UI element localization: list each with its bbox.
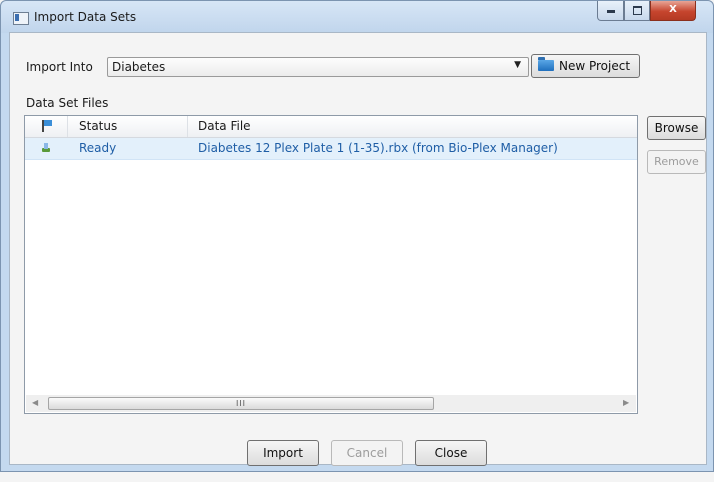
- dialog-body: Import Into Diabetes ▼ New Project Data …: [9, 32, 707, 466]
- project-select[interactable]: Diabetes ▼: [107, 57, 529, 77]
- row-status: Ready: [79, 141, 117, 155]
- folder-icon: [538, 57, 554, 71]
- data-set-files-grid[interactable]: Status Data File Ready Diabetes 12 Plex …: [24, 115, 638, 414]
- close-icon: X: [669, 4, 677, 15]
- row-data-file: Diabetes 12 Plex Plate 1 (1-35).rbx (fro…: [198, 141, 558, 155]
- column-header-status[interactable]: Status: [79, 119, 117, 133]
- new-project-label: New Project: [559, 59, 631, 73]
- column-divider[interactable]: [67, 116, 68, 137]
- horizontal-scrollbar[interactable]: ◀ III ▶: [26, 395, 636, 412]
- scroll-right-icon[interactable]: ▶: [623, 398, 629, 407]
- app-icon: [13, 12, 29, 25]
- ready-icon: [41, 143, 51, 153]
- import-into-label: Import Into: [26, 60, 93, 74]
- browse-button[interactable]: Browse: [647, 116, 706, 140]
- import-data-sets-window: Import Data Sets X Import Into Diabetes …: [0, 0, 714, 472]
- grid-header: Status Data File: [25, 116, 637, 138]
- scroll-thumb[interactable]: III: [48, 397, 434, 410]
- scroll-grip: III: [235, 399, 247, 408]
- title-bar[interactable]: Import Data Sets X: [1, 1, 713, 33]
- cancel-button[interactable]: Cancel: [331, 440, 403, 466]
- import-button[interactable]: Import: [247, 440, 319, 466]
- close-window-button[interactable]: X: [650, 1, 696, 21]
- close-button[interactable]: Close: [415, 440, 487, 466]
- column-divider[interactable]: [187, 116, 188, 137]
- remove-button[interactable]: Remove: [647, 150, 706, 174]
- scroll-left-icon[interactable]: ◀: [32, 398, 38, 407]
- maximize-button[interactable]: [624, 1, 650, 21]
- project-select-value: Diabetes: [112, 60, 166, 74]
- flag-icon[interactable]: [42, 120, 52, 132]
- chevron-down-icon: ▼: [514, 60, 521, 70]
- maximize-icon: [632, 6, 642, 15]
- table-row[interactable]: Ready Diabetes 12 Plex Plate 1 (1-35).rb…: [25, 138, 637, 160]
- column-header-data-file[interactable]: Data File: [198, 119, 251, 133]
- minimize-button[interactable]: [597, 1, 624, 21]
- data-set-files-label: Data Set Files: [26, 96, 109, 110]
- new-project-button[interactable]: New Project: [531, 54, 640, 78]
- window-title: Import Data Sets: [34, 10, 137, 24]
- minimize-icon: [606, 10, 615, 13]
